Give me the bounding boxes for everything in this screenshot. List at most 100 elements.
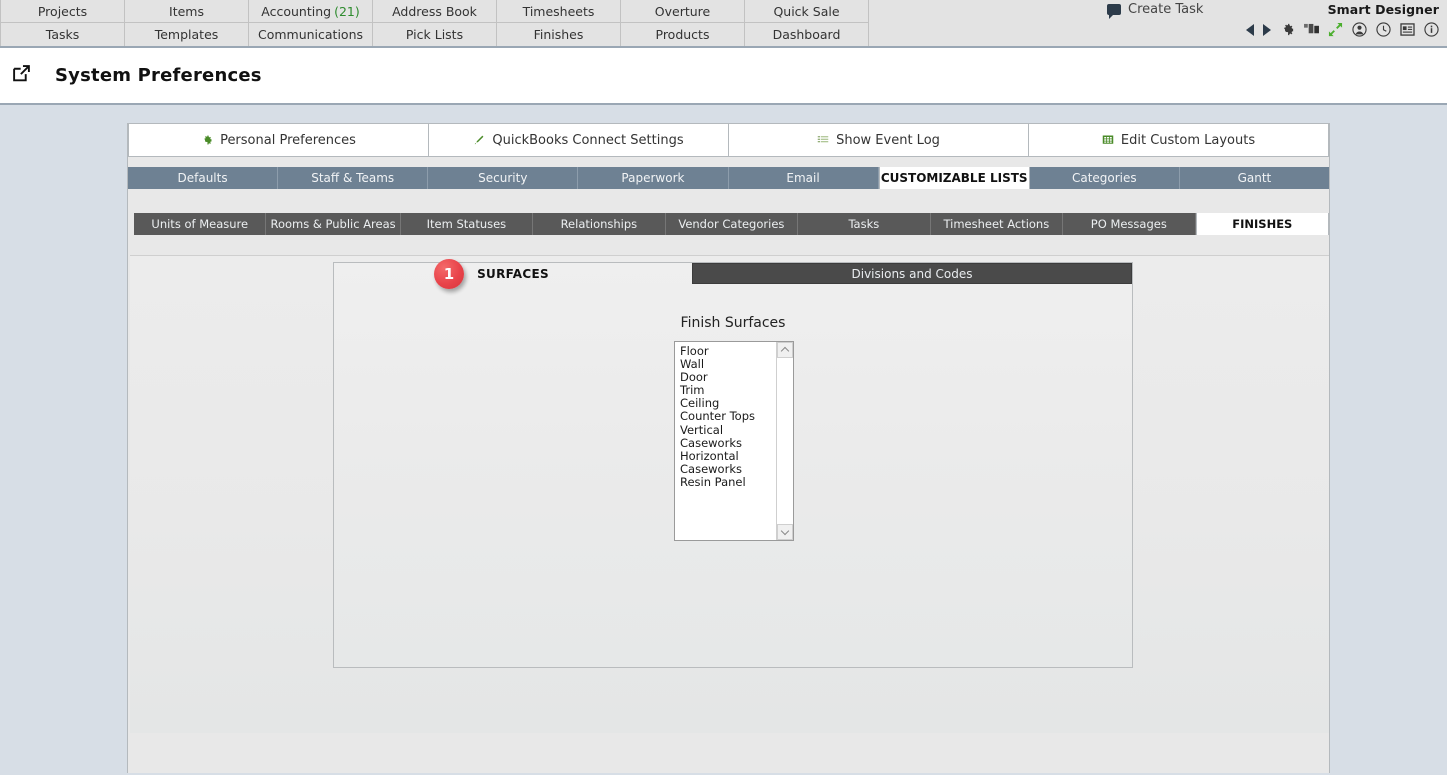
- nav-tab-quick-sale[interactable]: Quick Sale: [745, 0, 869, 23]
- tab-po-messages[interactable]: PO Messages: [1063, 213, 1196, 235]
- nav-tab-label: Address Book: [392, 3, 477, 19]
- gear-icon: [201, 134, 213, 146]
- button-label: Show Event Log: [836, 132, 940, 148]
- nav-tab-dashboard[interactable]: Dashboard: [745, 23, 869, 46]
- tab-surfaces[interactable]: SURFACES: [334, 263, 692, 284]
- nav-back-icon[interactable]: [1246, 23, 1254, 36]
- nav-tab-communications[interactable]: Communications: [249, 23, 373, 46]
- nav-tab-label: Tasks: [45, 27, 80, 42]
- gear-icon[interactable]: [1280, 22, 1295, 37]
- button-label: Edit Custom Layouts: [1120, 132, 1256, 148]
- nav-tab-projects[interactable]: Projects: [0, 0, 125, 23]
- finish-surfaces-listbox[interactable]: Floor Wall Door Trim Ceiling Counter Tops Vert…: [674, 341, 794, 541]
- tab-strip-level-3: Units of Measure Rooms & Public Areas Item…: [134, 213, 1330, 235]
- info-icon[interactable]: [1424, 22, 1439, 37]
- create-task-label: Create Task: [1128, 2, 1204, 17]
- tab-paperwork[interactable]: Paperwork: [578, 167, 729, 189]
- tab-timesheet-actions[interactable]: Timesheet Actions: [930, 213, 1064, 235]
- grid-icon: [1102, 134, 1114, 146]
- create-task-button[interactable]: Create Task: [1107, 2, 1204, 19]
- expand-icon[interactable]: [1328, 22, 1343, 37]
- list-icon: [817, 134, 829, 146]
- nav-tab-items[interactable]: Items: [125, 0, 249, 23]
- card-icon[interactable]: [1400, 23, 1415, 36]
- list-item[interactable]: Caseworks: [680, 462, 776, 476]
- tab-defaults[interactable]: Defaults: [128, 167, 279, 189]
- tab-divisions-and-codes[interactable]: Divisions and Codes: [692, 263, 1132, 284]
- tab-label: Categories: [1071, 171, 1137, 185]
- nav-forward-icon[interactable]: [1263, 23, 1271, 36]
- button-personal-preferences[interactable]: Personal Preferences: [128, 123, 429, 157]
- list-item[interactable]: Caseworks: [680, 436, 776, 450]
- tab-label: SURFACES: [477, 266, 549, 281]
- user-icon[interactable]: [1352, 22, 1367, 37]
- nav-tab-label: Templates: [154, 27, 219, 42]
- nav-tab-label: Projects: [37, 3, 88, 19]
- list-item[interactable]: Resin Panel: [680, 475, 776, 489]
- scroll-down-icon[interactable]: [777, 524, 793, 540]
- list-item[interactable]: Counter Tops: [680, 410, 776, 423]
- nav-tab-label: Finishes: [533, 27, 584, 42]
- nav-tab-products[interactable]: Products: [621, 23, 745, 46]
- brand-label: Smart Designer: [1327, 2, 1439, 17]
- nav-tab-label: Pick Lists: [405, 27, 464, 42]
- tab-finishes[interactable]: FINISHES: [1195, 213, 1330, 235]
- button-show-event-log[interactable]: Show Event Log: [729, 123, 1029, 157]
- nav-tab-grid: Projects Items Accounting (21) Address Book T…: [0, 0, 869, 46]
- tab-security[interactable]: Security: [428, 167, 579, 189]
- content-card: Personal Preferences QuickBooks Connect S…: [127, 123, 1330, 773]
- clock-icon[interactable]: [1376, 22, 1391, 37]
- list-item[interactable]: Horizontal: [680, 449, 776, 463]
- tab-tasks[interactable]: Tasks: [798, 213, 931, 235]
- tab-rooms-public-areas[interactable]: Rooms & Public Areas: [266, 213, 401, 235]
- page-title-bar: System Preferences: [0, 48, 1447, 105]
- nav-tab-label: Dashboard: [772, 27, 841, 42]
- tab-label: CUSTOMIZABLE LISTS: [880, 171, 1028, 185]
- tab-label: Units of Measure: [151, 217, 249, 231]
- nav-tab-timesheets[interactable]: Timesheets: [497, 0, 621, 23]
- tab-staff-teams[interactable]: Staff & Teams: [278, 167, 429, 189]
- scroll-up-icon[interactable]: [777, 342, 793, 358]
- button-label: Personal Preferences: [220, 132, 356, 148]
- tab-label: Paperwork: [621, 171, 685, 185]
- nav-tab-overture[interactable]: Overture: [621, 0, 745, 23]
- tab-vendor-categories[interactable]: Vendor Categories: [665, 213, 799, 235]
- list-item[interactable]: Vertical: [680, 423, 776, 437]
- tab-categories[interactable]: Categories: [1029, 167, 1180, 189]
- tab-email[interactable]: Email: [728, 167, 879, 189]
- nav-row-1: Projects Items Accounting (21) Address Book T…: [0, 0, 869, 23]
- tab-label: Tasks: [848, 217, 880, 231]
- top-navigation-bar: Projects Items Accounting (21) Address Book T…: [0, 0, 1447, 48]
- listbox-scrollbar[interactable]: [776, 342, 793, 540]
- button-label: QuickBooks Connect Settings: [492, 132, 684, 148]
- tab-item-statuses[interactable]: Item Statuses: [400, 213, 534, 235]
- nav-tab-tasks[interactable]: Tasks: [0, 23, 125, 46]
- finish-surfaces-items: Floor Wall Door Trim Ceiling Counter Tops Vert…: [675, 342, 776, 540]
- button-quickbooks-connect-settings[interactable]: QuickBooks Connect Settings: [429, 123, 729, 157]
- nav-tab-pick-lists[interactable]: Pick Lists: [373, 23, 497, 46]
- nav-tab-label: Accounting: [261, 3, 332, 19]
- nav-tab-finishes[interactable]: Finishes: [497, 23, 621, 46]
- tab-label: Security: [478, 171, 528, 185]
- external-link-icon[interactable]: [12, 64, 31, 87]
- tab-strip-level-2: Defaults Staff & Teams Security Paperwork Em…: [128, 167, 1329, 189]
- tab-relationships[interactable]: Relationships: [533, 213, 666, 235]
- tab-gantt[interactable]: Gantt: [1179, 167, 1329, 189]
- nav-tab-address-book[interactable]: Address Book: [373, 0, 497, 23]
- nav-tab-accounting[interactable]: Accounting (21): [249, 0, 373, 23]
- tab-customizable-lists[interactable]: CUSTOMIZABLE LISTS: [878, 167, 1030, 189]
- quickbooks-icon: [473, 134, 485, 146]
- work-area: 1 SURFACES Divisions and Codes Finish Sur…: [130, 255, 1329, 733]
- tab-label: Relationships: [560, 217, 638, 231]
- nav-tab-templates[interactable]: Templates: [125, 23, 249, 46]
- finishes-panel: 1 SURFACES Divisions and Codes Finish Sur…: [333, 259, 1133, 668]
- tab-label: Divisions and Codes: [851, 266, 973, 281]
- header-right-area: Create Task Smart Designer: [1079, 0, 1439, 46]
- tab-units-of-measure[interactable]: Units of Measure: [134, 213, 267, 235]
- nav-tab-label: Overture: [654, 3, 711, 19]
- tab-label: Item Statuses: [426, 217, 507, 231]
- nav-tab-count: (21): [334, 3, 360, 19]
- windows-icon[interactable]: [1304, 23, 1319, 37]
- header-icon-row: [1246, 22, 1439, 37]
- button-edit-custom-layouts[interactable]: Edit Custom Layouts: [1029, 123, 1329, 157]
